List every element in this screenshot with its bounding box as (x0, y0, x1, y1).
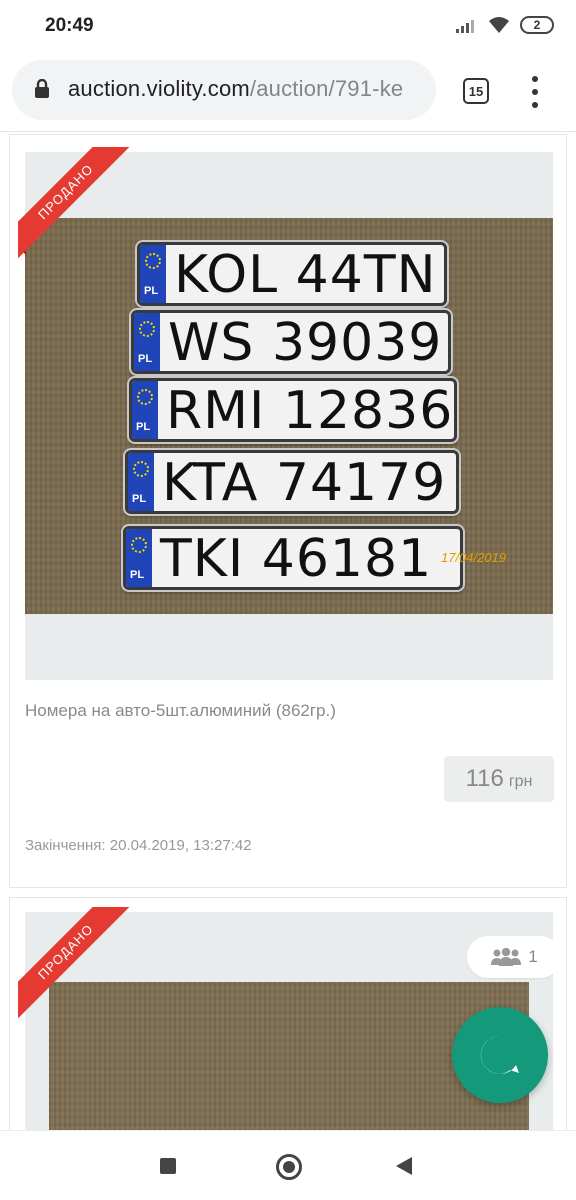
eu-band: PL (140, 245, 166, 303)
plate-country: PL (130, 569, 145, 581)
address-bar[interactable]: auction.violity.com/auction/791-kе (12, 60, 436, 120)
lot-list: ПРОДАНО PL KOL 44TN PL WS 39039 PL RMI 1… (0, 132, 576, 1130)
signal-icon (456, 20, 474, 33)
plate-country: PL (144, 285, 159, 297)
tab-count-label: 15 (468, 83, 484, 99)
plate-country: PL (136, 421, 151, 433)
home-button[interactable] (276, 1154, 302, 1180)
lot-title[interactable]: Номера на авто-5шт.алюминий (862гр.) (25, 701, 336, 721)
status-time: 20:49 (45, 15, 94, 36)
plate-number: TKI 46181 (160, 529, 433, 589)
browser-toolbar: auction.violity.com/auction/791-kе 15 (0, 54, 576, 132)
end-time: Закінчення: 20.04.2019, 13:27:42 (25, 837, 252, 854)
url-text: auction.violity.com/auction/791-kе (68, 76, 403, 102)
more-vert-icon[interactable] (530, 76, 540, 108)
eu-band: PL (132, 381, 158, 439)
url-path: /auction/791-kе (249, 76, 404, 101)
sold-badge: ПРОДАНО (18, 147, 130, 258)
sold-badge: ПРОДАНО (18, 907, 130, 1018)
plate-country: PL (138, 353, 153, 365)
chat-button[interactable] (452, 1007, 548, 1103)
chat-icon (480, 1035, 519, 1074)
sold-ribbon: ПРОДАНО (18, 147, 130, 259)
lock-icon (35, 79, 49, 98)
eu-band: PL (128, 453, 154, 511)
eu-band: PL (134, 313, 160, 371)
plate-country: PL (132, 493, 147, 505)
license-plate: PL TKI 46181 (123, 526, 463, 590)
photo-date-stamp: 17/04/2019 (441, 550, 507, 565)
price-currency: грн (508, 773, 533, 790)
lot-photo: PL KOL 44TN PL WS 39039 PL RMI 12836 PL … (25, 218, 553, 614)
sold-ribbon: ПРОДАНО (18, 907, 130, 1019)
system-nav-bar (0, 1130, 576, 1200)
price-value: 116 (465, 765, 504, 792)
status-bar: 20:49 2 (0, 0, 576, 54)
users-icon (491, 948, 522, 966)
license-plate: PL RMI 12836 (129, 378, 457, 442)
bidders-count: 1 (528, 947, 538, 966)
back-button[interactable] (396, 1157, 412, 1175)
license-plate: PL WS 39039 (131, 310, 451, 374)
status-icons: 2 (456, 16, 554, 34)
license-plate: PL KOL 44TN (137, 242, 447, 306)
plate-number: KTA 74179 (162, 453, 447, 513)
license-plate: PL KTA 74179 (125, 450, 459, 514)
battery-icon: 2 (520, 16, 554, 34)
tab-switcher-button[interactable]: 15 (463, 78, 489, 104)
plate-number: KOL 44TN (174, 245, 437, 305)
recents-button[interactable] (160, 1158, 176, 1174)
eu-band: PL (126, 529, 152, 587)
battery-level: 2 (533, 18, 541, 32)
wifi-icon (489, 17, 509, 33)
plate-number: RMI 12836 (166, 381, 454, 441)
bidders-badge: 1 (467, 936, 553, 978)
price-badge: 116 грн (444, 756, 554, 802)
url-domain: auction.violity.com (68, 76, 250, 101)
plate-number: WS 39039 (168, 313, 443, 373)
lot-card[interactable]: ПРОДАНО PL KOL 44TN PL WS 39039 PL RMI 1… (9, 134, 567, 888)
